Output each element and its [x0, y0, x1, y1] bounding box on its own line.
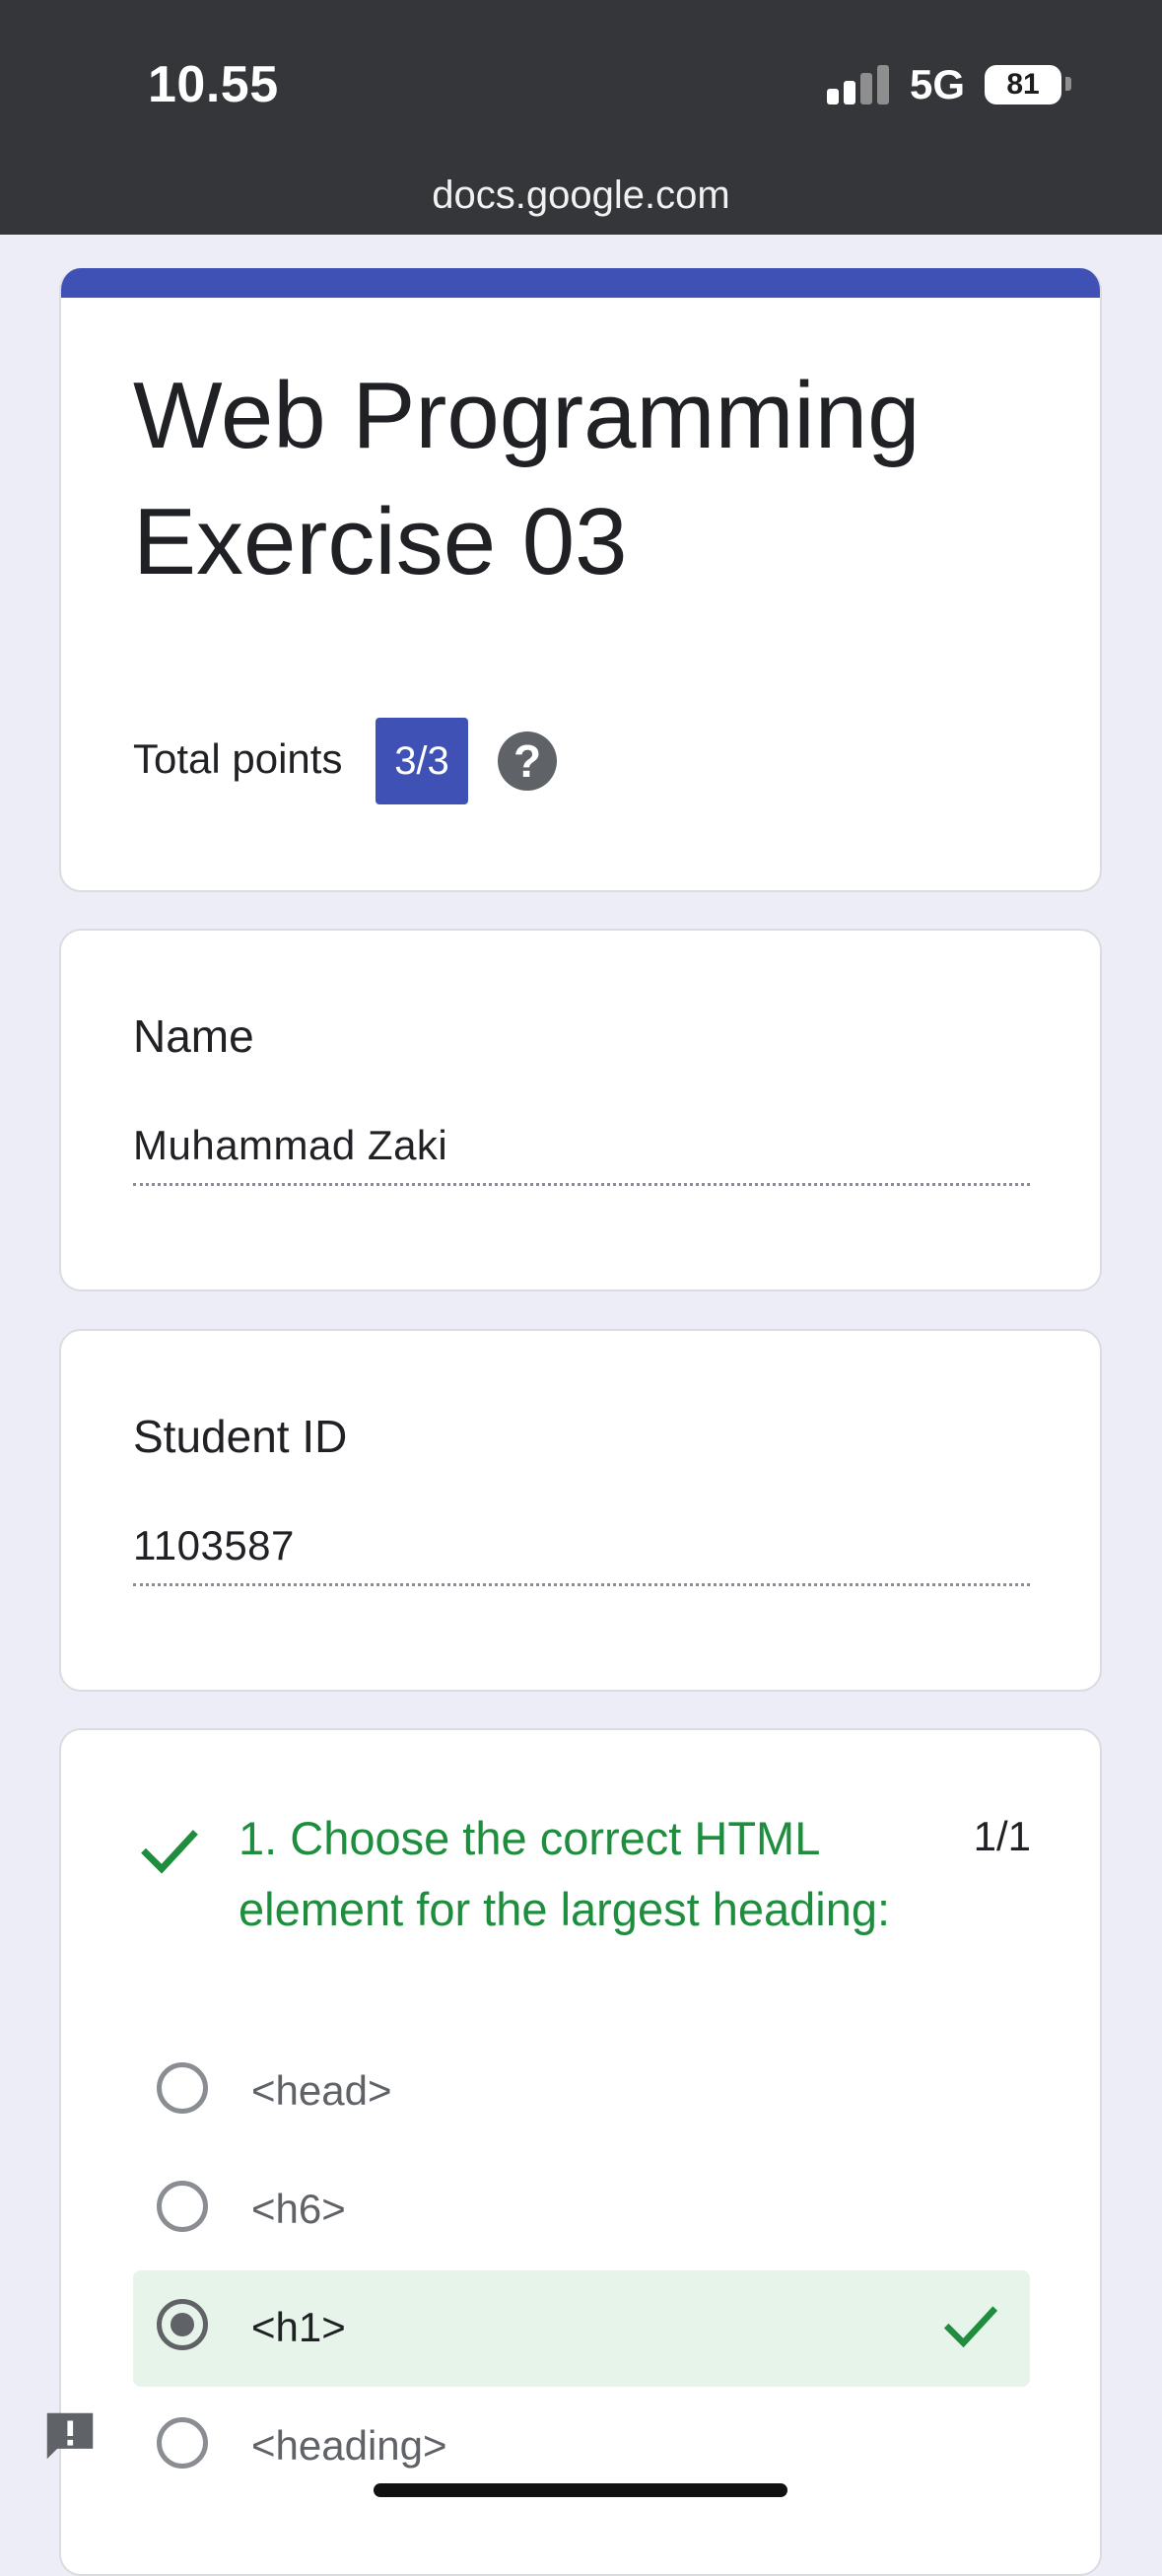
option-label: <h1> — [251, 2304, 346, 2350]
total-points-label: Total points — [133, 735, 343, 782]
home-indicator[interactable] — [374, 2483, 787, 2497]
option-h1[interactable]: <h1> — [133, 2270, 1030, 2387]
student-id-label: Student ID — [133, 1411, 348, 1462]
battery-level: 81 — [1006, 68, 1040, 101]
report-feedback-icon[interactable] — [39, 2405, 101, 2467]
correct-answer-check-icon — [943, 2306, 998, 2348]
student-id-value: 1103587 — [133, 1522, 1030, 1586]
battery-icon: 81 — [985, 65, 1061, 104]
header-accent-bar — [61, 268, 1100, 298]
name-field-card: Name Muhammad Zaki — [59, 929, 1102, 1291]
option-h6[interactable]: <h6> — [133, 2152, 1030, 2268]
status-indicators: 5G 81 — [827, 61, 1162, 110]
option-label: <head> — [251, 2067, 392, 2114]
radio-button-selected[interactable] — [157, 2299, 208, 2350]
option-head[interactable]: <head> — [133, 2034, 1030, 2150]
question-text: 1. Choose the correct HTML element for t… — [239, 1812, 891, 1935]
radio-button[interactable] — [157, 2181, 208, 2232]
question-score: 1/1 — [973, 1813, 1031, 1859]
option-label: <heading> — [251, 2422, 447, 2469]
question-card: 1. Choose the correct HTML element for t… — [59, 1728, 1102, 2576]
student-id-card: Student ID 1103587 — [59, 1329, 1102, 1692]
help-icon[interactable]: ? — [498, 731, 557, 791]
browser-top-bar: 10.55 5G 81 docs.google.com — [0, 0, 1162, 235]
signal-icon — [827, 65, 890, 104]
url-bar[interactable]: docs.google.com — [0, 174, 1162, 218]
radio-button[interactable] — [157, 2417, 208, 2469]
name-label: Name — [133, 1010, 254, 1062]
battery-cap — [1065, 77, 1071, 91]
name-value: Muhammad Zaki — [133, 1122, 1030, 1186]
radio-button[interactable] — [157, 2062, 208, 2114]
total-points-badge: 3/3 — [376, 718, 468, 804]
form-title: Web Programming Exercise 03 — [133, 363, 921, 594]
form-header-card: Web Programming Exercise 03 Total points… — [59, 268, 1102, 892]
correct-check-icon — [141, 1830, 198, 1874]
option-label: <h6> — [251, 2186, 346, 2232]
network-type: 5G — [910, 61, 966, 107]
status-time: 10.55 — [148, 56, 279, 113]
